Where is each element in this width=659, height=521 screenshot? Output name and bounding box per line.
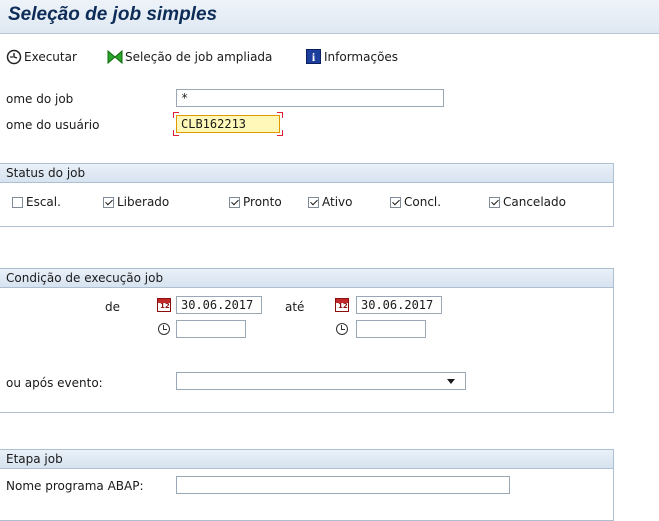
info-icon: i [306,49,322,65]
execute-button[interactable]: Executar [6,47,77,67]
checkbox-label: Ativo [322,195,353,209]
after-event-label: ou após evento: [6,376,103,390]
checkbox-liberado[interactable]: Liberado [103,195,169,209]
calendar-icon[interactable]: 12 [157,298,171,312]
exec-condition-group: Condição de execução job [0,268,614,413]
checkbox-label: Liberado [117,195,170,209]
info-button[interactable]: i Informações [306,47,398,67]
to-label: até [285,300,305,314]
exec-condition-group-title: Condição de execução job [0,269,613,288]
job-name-label: ome do job [6,92,74,106]
extended-selection-button[interactable]: Seleção de job ampliada [107,47,272,67]
user-name-input[interactable]: CLB162213 [176,115,280,133]
after-event-select[interactable] [176,372,466,390]
title-bar: Seleção de job simples [0,0,659,34]
execute-label: Executar [24,50,77,64]
checkbox-box[interactable] [308,196,319,208]
job-step-group-title: Etapa job [0,450,613,469]
checkbox-box[interactable] [390,196,401,208]
checkbox-escal[interactable]: Escal. [12,195,61,209]
from-label: de [105,300,120,314]
checkbox-label: Cancelado [503,195,566,209]
application-toolbar: Executar Seleção de job ampliada i Infor… [0,34,659,78]
checkbox-box[interactable] [229,196,240,208]
abap-program-label: Nome programa ABAP: [6,479,144,493]
clock-icon [158,323,170,335]
to-date-input[interactable]: 30.06.2017 [356,296,442,314]
checkbox-cancelado[interactable]: Cancelado [489,195,566,209]
chevron-down-icon[interactable] [447,379,455,384]
calendar-icon[interactable]: 12 [335,298,349,312]
execute-clock-icon [6,49,22,65]
checkbox-label: Pronto [243,195,282,209]
info-label: Informações [324,50,399,64]
green-bowtie-icon [107,49,123,65]
job-name-input[interactable]: * [176,89,444,107]
checkbox-box[interactable] [103,196,114,208]
job-status-group-title: Status do job [0,164,613,183]
extended-selection-label: Seleção de job ampliada [125,50,273,64]
checkbox-ativo[interactable]: Ativo [308,195,352,209]
checkbox-label: Concl. [404,195,442,209]
page-title: Seleção de job simples [8,4,218,25]
clock-icon [336,323,348,335]
checkbox-pronto[interactable]: Pronto [229,195,282,209]
to-time-input[interactable] [356,320,426,338]
user-name-label: ome do usuário [6,118,100,132]
abap-program-input[interactable] [176,476,510,494]
checkbox-concl[interactable]: Concl. [390,195,441,209]
from-date-input[interactable]: 30.06.2017 [176,296,262,314]
checkbox-box[interactable] [489,196,500,208]
checkbox-label: Escal. [26,195,61,209]
from-time-input[interactable] [176,320,246,338]
checkbox-box[interactable] [12,196,23,208]
